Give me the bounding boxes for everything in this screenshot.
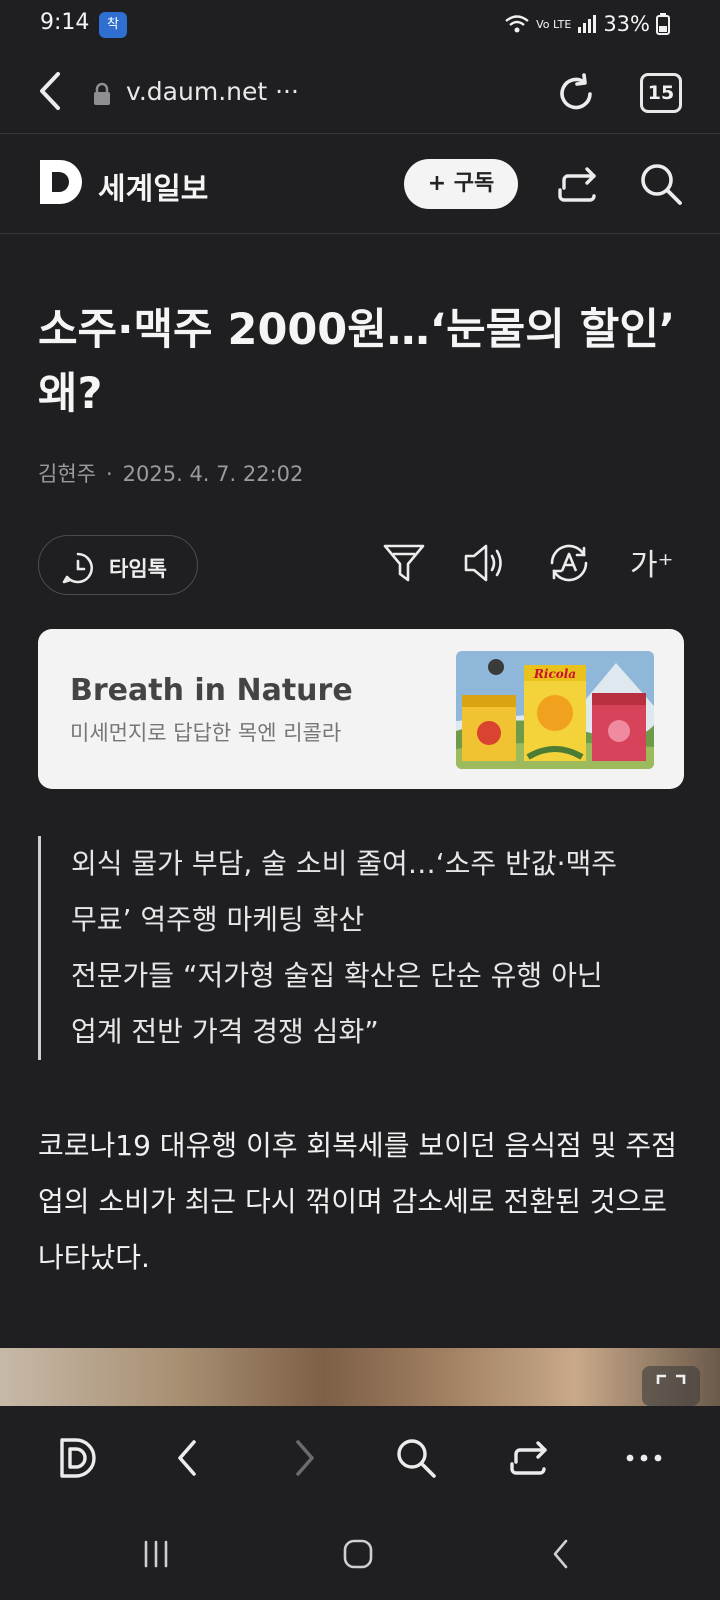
browser-address-bar: v.daum.net ··· 15 xyxy=(0,52,720,134)
font-size-button[interactable]: 가⁺ xyxy=(630,540,673,584)
share-icon[interactable] xyxy=(556,164,600,204)
summary-line: 전문가들 “저가형 술집 확산은 단순 유행 아닌 xyxy=(71,959,603,992)
daum-logo[interactable] xyxy=(38,158,84,206)
page-back-icon[interactable] xyxy=(166,1436,210,1480)
back-icon[interactable] xyxy=(30,68,72,114)
translate-icon[interactable] xyxy=(546,540,592,586)
search-icon[interactable] xyxy=(394,1436,438,1480)
volte-indicator: Vo LTE xyxy=(536,17,572,31)
status-indicators: Vo LTE 33% xyxy=(504,12,670,36)
nav-back-icon[interactable] xyxy=(544,1536,580,1572)
search-icon[interactable] xyxy=(638,161,684,207)
system-navigation-bar xyxy=(0,1508,720,1600)
status-bar: 9:14 착 Vo LTE 33% xyxy=(0,0,720,52)
wifi-icon xyxy=(505,15,529,33)
article-summary: 외식 물가 부담, 술 소비 줄여…‘소주 반값·맥주 무료’ 역주행 마케팅 … xyxy=(38,836,688,1060)
home-icon[interactable] xyxy=(340,1536,376,1572)
timetalk-label: 타임톡 xyxy=(109,557,167,581)
recent-apps-icon[interactable] xyxy=(138,1536,174,1572)
ad-product-image: Ricola xyxy=(456,651,654,769)
article-date: 2025. 4. 7. 22:02 xyxy=(122,462,304,486)
article-body-paragraph: 코로나19 대유행 이후 회복세를 보이던 음식점 및 주점업의 소비가 최근 … xyxy=(38,1129,677,1274)
speaker-icon[interactable] xyxy=(462,540,508,586)
article-byline: 김현주 · 2025. 4. 7. 22:02 xyxy=(38,462,304,486)
article-image[interactable] xyxy=(0,1348,720,1406)
browser-bottom-bar xyxy=(0,1406,720,1508)
app-notification-icon: 착 xyxy=(99,12,127,38)
url-field[interactable]: v.daum.net ··· xyxy=(126,77,299,106)
ad-brand-logo: Ricola xyxy=(533,667,576,681)
expand-image-button[interactable] xyxy=(642,1366,700,1406)
summary-line: 외식 물가 부담, 술 소비 줄여…‘소주 반값·맥주 xyxy=(71,847,618,880)
article-headline: 소주·맥주 2000원…‘눈물의 할인’ 왜? xyxy=(38,305,676,419)
tabs-button[interactable]: 15 xyxy=(640,73,682,113)
site-header: 세계일보 + 구독 xyxy=(0,134,720,234)
lock-icon xyxy=(94,82,110,105)
timetalk-button[interactable]: 타임톡 xyxy=(38,535,198,595)
subscribe-button[interactable]: + 구독 xyxy=(404,159,518,209)
more-icon[interactable] xyxy=(622,1436,666,1480)
filter-icon[interactable] xyxy=(381,540,427,586)
reload-icon[interactable] xyxy=(554,72,598,116)
battery-percent: 33% xyxy=(603,12,650,36)
ad-banner[interactable]: Breath in Nature 미세먼지로 답답한 목엔 리콜라 Ricola xyxy=(38,629,684,789)
daum-home-icon[interactable] xyxy=(56,1436,100,1480)
ad-subtitle: 미세먼지로 답답한 목엔 리콜라 xyxy=(70,721,342,745)
ad-title: Breath in Nature xyxy=(70,673,353,708)
clock-chat-icon xyxy=(62,552,94,584)
signal-icon xyxy=(578,15,597,33)
site-title[interactable]: 세계일보 xyxy=(98,164,208,208)
battery-icon xyxy=(656,13,670,35)
summary-line: 업계 전반 가격 경쟁 심화” xyxy=(71,1015,379,1048)
summary-line: 무료’ 역주행 마케팅 확산 xyxy=(71,903,365,936)
status-time: 9:14 xyxy=(40,10,90,35)
expand-icon xyxy=(656,1374,686,1384)
article-author[interactable]: 김현주 xyxy=(38,462,96,486)
share-icon[interactable] xyxy=(508,1436,552,1480)
page-forward-icon[interactable] xyxy=(282,1436,326,1480)
